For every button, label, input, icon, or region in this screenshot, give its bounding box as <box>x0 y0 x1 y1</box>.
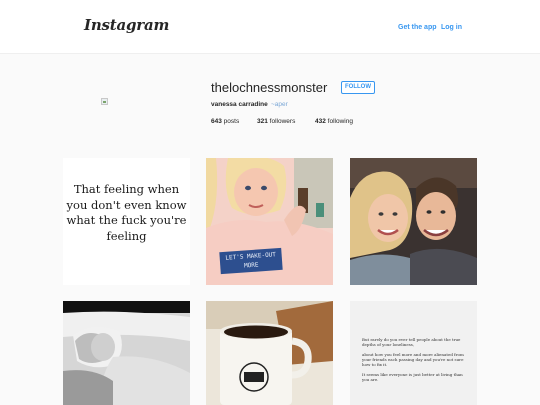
text-post-body: But rarely do you ever tell people about… <box>362 337 470 387</box>
posts-stat: 643 posts <box>211 118 239 125</box>
top-nav-bar: Instagram Get the app Log in <box>0 0 540 54</box>
post-tile-quote[interactable]: That feeling when you don't even know wh… <box>63 158 190 285</box>
text-post-paragraph-1: But rarely do you ever tell people about… <box>362 337 461 348</box>
profile-username: thelochnessmonster <box>211 80 328 95</box>
instagram-logo[interactable]: Instagram <box>84 16 169 34</box>
coffee-mug-photo <box>206 301 333 405</box>
profile-avatar[interactable] <box>101 98 108 105</box>
couple-selfie-photo <box>350 158 477 285</box>
following-count: 432 <box>315 118 326 125</box>
following-label: following <box>327 118 353 125</box>
followers-stat[interactable]: 321 followers <box>257 118 295 125</box>
shirt-slogan: LET'S MAKE-OUT MORE <box>219 247 283 275</box>
post-tile-couple-selfie[interactable] <box>350 158 477 285</box>
login-link[interactable]: Log in <box>441 24 462 31</box>
profile-bio-link[interactable]: ~aper <box>271 101 288 108</box>
posts-label: posts <box>223 118 240 125</box>
post-tile-coffee[interactable] <box>206 301 333 405</box>
post-tile-bw-portrait[interactable] <box>63 301 190 405</box>
text-post-paragraph-3: It seems like everyone is just better at… <box>362 372 463 383</box>
follow-button[interactable]: FOLLOW <box>341 81 375 94</box>
posts-count: 643 <box>211 118 222 125</box>
text-post-paragraph-2: about how you feel more and more alienat… <box>362 351 464 368</box>
following-stat[interactable]: 432 following <box>315 118 353 125</box>
post-quote-text: That feeling when you don't even know wh… <box>66 182 187 243</box>
followers-label: followers <box>269 118 296 125</box>
bw-portrait-photo <box>63 301 190 405</box>
post-tile-text[interactable]: But rarely do you ever tell people about… <box>350 301 477 405</box>
post-tile-selfie-shirt[interactable]: LET'S MAKE-OUT MORE <box>206 158 333 285</box>
profile-full-name: vanessa carradine <box>211 101 268 108</box>
get-the-app-link[interactable]: Get the app <box>398 24 437 31</box>
followers-count: 321 <box>257 118 268 125</box>
